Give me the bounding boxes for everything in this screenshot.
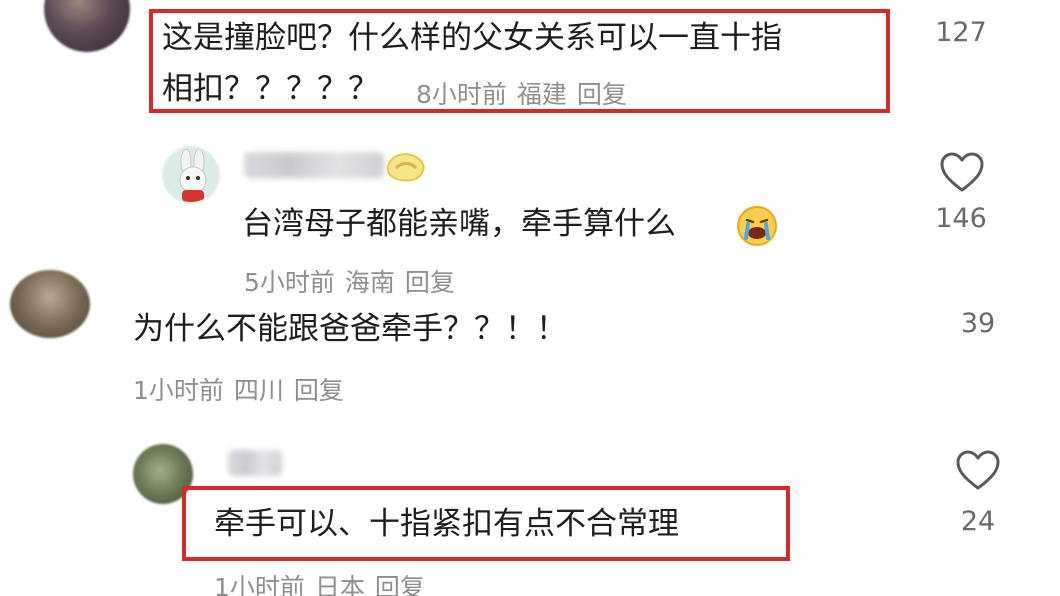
comment-meta: 1小时前 日本 回复 bbox=[214, 568, 425, 596]
like-count: 39 bbox=[960, 308, 996, 339]
comment-location: 福建 bbox=[516, 80, 567, 109]
heart-outline-icon[interactable] bbox=[939, 151, 985, 193]
heart-outline-icon[interactable] bbox=[955, 449, 1001, 491]
comment-text: 牵手可以、十指紧扣有点不合常理 bbox=[214, 506, 679, 542]
username-blurred[interactable] bbox=[244, 152, 384, 178]
avatar[interactable] bbox=[10, 270, 90, 338]
comment-text: 台湾母子都能亲嘴，牵手算什么 bbox=[242, 206, 676, 242]
comment-time: 1小时前 bbox=[133, 376, 224, 405]
comment-location: 四川 bbox=[233, 376, 284, 405]
avatar[interactable] bbox=[44, 0, 130, 52]
comments-screen: 这是撞脸吧？什么样的父女关系可以一直十指 相扣？？？？？ 8小时前 福建 回复 12… bbox=[0, 0, 1060, 596]
medal-badge-icon bbox=[386, 153, 425, 182]
like-count: 146 bbox=[935, 203, 987, 234]
username-blurred[interactable] bbox=[228, 450, 282, 476]
comment-meta: 5小时前 海南 回复 bbox=[244, 263, 455, 299]
comment-time: 8小时前 bbox=[416, 80, 507, 109]
comment-text-line2: 相扣？？？？？ bbox=[162, 71, 379, 107]
reply-button[interactable]: 回复 bbox=[375, 573, 425, 596]
reply-button[interactable]: 回复 bbox=[294, 376, 344, 405]
comment-text-line1: 这是撞脸吧？什么样的父女关系可以一直十指 bbox=[162, 20, 782, 56]
bunny-avatar-icon bbox=[179, 148, 207, 202]
like-count: 127 bbox=[935, 17, 987, 48]
comment-meta: 8小时前 福建 回复 bbox=[416, 75, 627, 111]
comment-location: 日本 bbox=[314, 573, 365, 596]
like-count: 24 bbox=[960, 506, 996, 537]
comment-meta: 1小时前 四川 回复 bbox=[133, 371, 344, 407]
comment-location: 海南 bbox=[344, 268, 395, 297]
reply-button[interactable]: 回复 bbox=[577, 80, 627, 109]
comment-time: 5小时前 bbox=[244, 268, 335, 297]
avatar[interactable] bbox=[162, 146, 220, 204]
comment-text: 为什么不能跟爸爸牵手？？！！ bbox=[133, 311, 567, 347]
reply-button[interactable]: 回复 bbox=[405, 268, 455, 297]
comment-time: 1小时前 bbox=[214, 573, 305, 596]
crying-face-emoji-icon bbox=[737, 206, 777, 246]
